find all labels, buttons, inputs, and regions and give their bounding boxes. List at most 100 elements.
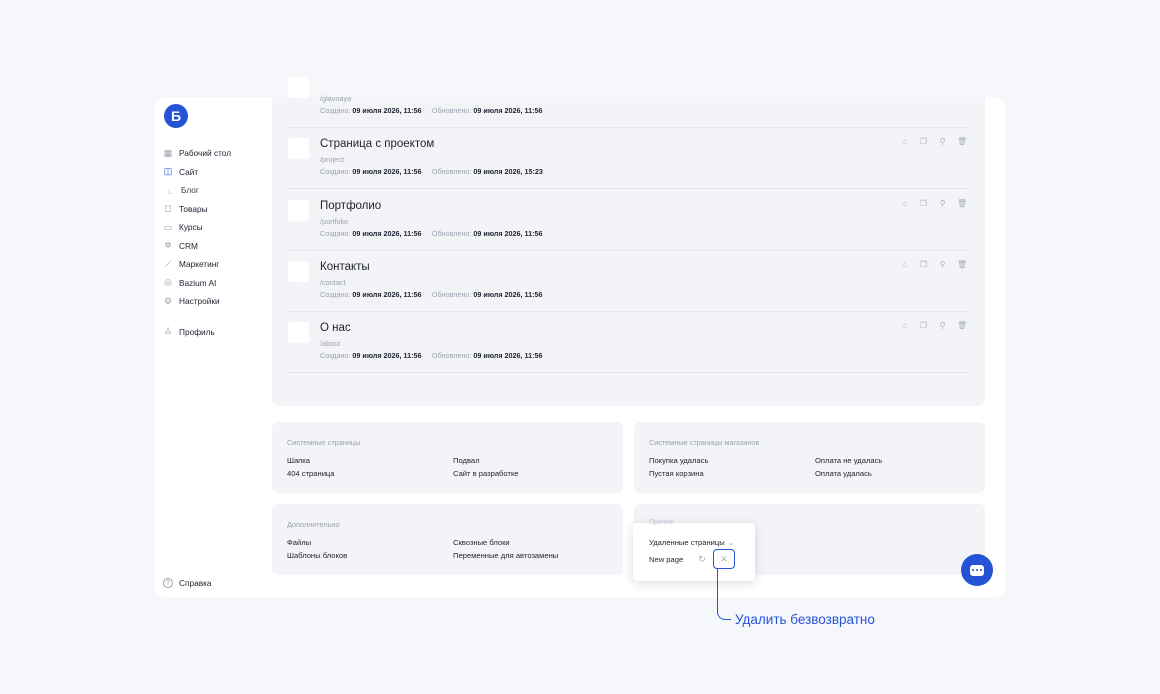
copy-icon[interactable]: ❐ [919, 321, 928, 330]
shop-pages-card: Системные страницы магазинов Покупка уда… [634, 422, 985, 493]
page-row[interactable]: Контакты /contact Создано: 09 июля 2026,… [287, 250, 968, 312]
sidebar-item-site[interactable]: ◫ Сайт [163, 163, 263, 182]
brand-logo[interactable]: Б [164, 104, 188, 128]
page-thumbnail [288, 77, 309, 98]
link-purchase-success[interactable]: Покупка удалась [649, 456, 708, 465]
deleted-pages-popup: Прочее Удаленные страницы ⌄ New page ↻ ✕ [633, 519, 755, 581]
page-thumbnail [288, 138, 309, 159]
system-pages-card: Системные страницы Шапка Подвал 404 стра… [272, 422, 623, 493]
page-row[interactable]: О нас /about Создано: 09 июля 2026, 11:5… [287, 311, 968, 373]
sidebar-item-label: Курсы [179, 222, 203, 233]
created-value: 09 июля 2026, 11:56 [352, 229, 422, 238]
subitem-icon: ⌞ [167, 184, 173, 195]
sidebar-item-products[interactable]: ◻ Товары [163, 200, 263, 219]
restore-icon[interactable]: ↻ [697, 554, 707, 564]
link-icon[interactable]: ⚲ [938, 321, 947, 330]
link-header[interactable]: Шапка [287, 456, 310, 465]
delete-permanently-button[interactable]: ✕ [713, 549, 735, 569]
network-icon: ✲ [164, 240, 172, 251]
link-payment-success[interactable]: Оплата удалась [815, 469, 872, 478]
row-actions: ⌂ ❐ ⚲ 🗑 [900, 260, 967, 269]
sidebar-item-label: Рабочий стол [179, 148, 232, 159]
page-title[interactable]: Портфолио [320, 200, 381, 212]
home-icon[interactable]: ⌂ [900, 260, 909, 269]
home-icon[interactable]: ⌂ [900, 137, 909, 146]
page-meta: Создано: 09 июля 2026, 11:56 · Обновлено: … [320, 167, 543, 176]
page-title[interactable]: Контакты [320, 261, 370, 273]
gear-icon: ⚙ [163, 295, 173, 306]
copy-icon[interactable]: ❐ [919, 137, 928, 146]
updated-label: Обновлено: [431, 229, 472, 238]
created-label: Создано: [320, 290, 351, 299]
created-value: 09 июля 2026, 11:56 [352, 290, 422, 299]
trash-icon[interactable]: 🗑 [957, 260, 967, 269]
card-title: Системные страницы [287, 438, 361, 447]
help-link[interactable]: ? Справка [163, 578, 212, 588]
created-label: Создано: [320, 167, 351, 176]
sidebar-item-marketing[interactable]: ⟋ Маркетинг [163, 255, 263, 274]
sidebar-item-profile[interactable]: ♙ Профиль [163, 323, 263, 342]
sidebar-nav: ▦ Рабочий стол ◫ Сайт ⌞ Блог ◻ Товары ▭ Курсы… [163, 144, 263, 341]
callout-label: Удалить безвозвратно [735, 612, 875, 627]
link-footer[interactable]: Подвал [453, 456, 480, 465]
page-row[interactable]: Портфолио /portfolio Создано: 09 июля 20… [287, 189, 968, 251]
link-global-blocks[interactable]: Сквозные блоки [453, 538, 510, 547]
page-slug: /portfolio [320, 217, 348, 226]
card-title: Системные страницы магазинов [649, 438, 760, 447]
page-slug: /glavnaya [320, 94, 352, 103]
sidebar-item-label: Bazium AI [179, 277, 217, 288]
page-meta: Создано: 09 июля 2026, 11:56 · Обновлено: … [320, 229, 543, 238]
sidebar-item-courses[interactable]: ▭ Курсы [163, 218, 263, 237]
trash-icon[interactable]: 🗑 [957, 321, 967, 330]
home-icon[interactable]: ⌂ [900, 321, 909, 330]
home-icon[interactable]: ⌂ [900, 199, 909, 208]
sidebar-item-blog[interactable]: ⌞ Блог [163, 181, 263, 200]
sidebar-item-crm[interactable]: ✲ CRM [163, 237, 263, 256]
chat-button[interactable] [961, 554, 993, 586]
link-files[interactable]: Файлы [287, 538, 311, 547]
trash-icon[interactable]: 🗑 [957, 137, 967, 146]
updated-value: 09 июля 2026, 11:56 [473, 229, 543, 238]
help-label: Справка [179, 578, 212, 588]
sidebar-item-label: Сайт [179, 166, 199, 177]
page-meta: Создано: 09 июля 2026, 11:56 · Обновлено: … [320, 106, 543, 115]
link-icon[interactable]: ⚲ [938, 260, 947, 269]
link-variables[interactable]: Переменные для автозамены [453, 551, 558, 560]
link-payment-failed[interactable]: Оплата не удалась [815, 456, 882, 465]
sidebar-item-settings[interactable]: ⚙ Настройки [163, 292, 263, 311]
link-icon[interactable]: ⚲ [938, 137, 947, 146]
trash-icon[interactable]: 🗑 [957, 199, 967, 208]
separator: · [425, 229, 428, 238]
page-slug: /contact [320, 278, 346, 287]
extra-card: Дополнительно Файлы Сквозные блоки Шабло… [272, 504, 623, 575]
copy-icon[interactable]: ❐ [919, 199, 928, 208]
link-maintenance[interactable]: Сайт в разработке [453, 469, 519, 478]
sidebar-item-label: Маркетинг [179, 259, 220, 270]
copy-icon[interactable]: ❐ [919, 260, 928, 269]
updated-value: 09 июля 2026, 11:56 [473, 351, 543, 360]
updated-label: Обновлено: [431, 106, 472, 115]
sidebar-item-label: Товары [179, 203, 208, 214]
page-title[interactable]: Страница с проектом [320, 138, 434, 150]
link-404[interactable]: 404 страница [287, 469, 335, 478]
sidebar-item-ai[interactable]: ◎ Bazium AI [163, 274, 263, 293]
page-row[interactable]: /glavnaya Создано: 09 июля 2026, 11:56 · О… [287, 66, 968, 128]
separator: · [425, 351, 428, 360]
user-icon: ♙ [163, 326, 173, 337]
created-label: Создано: [320, 351, 351, 360]
page-thumbnail [288, 200, 309, 221]
link-block-templates[interactable]: Шаблоны блоков [287, 551, 347, 560]
layout-icon: ◫ [163, 166, 173, 177]
sidebar-item-dashboard[interactable]: ▦ Рабочий стол [163, 144, 263, 163]
updated-label: Обновлено: [431, 351, 472, 360]
deleted-pages-label: Удаленные страницы [649, 538, 725, 547]
page-row[interactable]: Страница с проектом /project Создано: 09… [287, 127, 968, 189]
row-actions: ⌂ ❐ ⚲ 🗑 [900, 199, 967, 208]
page-slug: /project [320, 155, 344, 164]
page-title[interactable]: О нас [320, 322, 351, 334]
link-empty-cart[interactable]: Пустая корзина [649, 469, 704, 478]
link-icon[interactable]: ⚲ [938, 199, 947, 208]
deleted-pages-toggle[interactable]: Удаленные страницы ⌄ [649, 538, 734, 547]
updated-label: Обновлено: [431, 290, 472, 299]
